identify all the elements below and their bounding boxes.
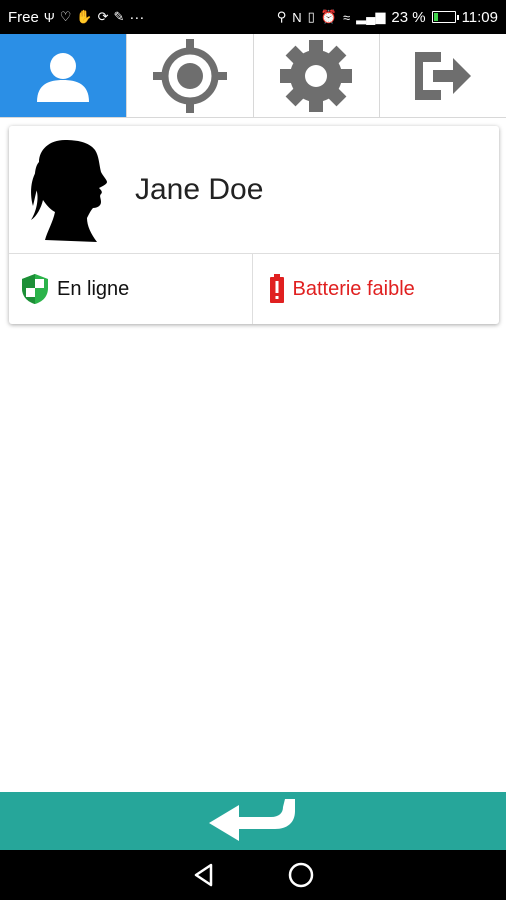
edit-icon: ✎ [113, 9, 125, 24]
battery-percent: 23 % [391, 8, 426, 26]
back-button[interactable] [0, 792, 506, 850]
online-label: En ligne [57, 277, 130, 300]
online-status: En ligne [9, 254, 252, 324]
exit-icon [415, 51, 472, 100]
vibrate-icon: ▯ [307, 9, 315, 24]
signal-icon: ▂▄▆ [356, 9, 386, 24]
status-right: ⚲ N ▯ ⏰ ≈ ▂▄▆ 23 % 11:09 [277, 9, 498, 26]
crosshair-icon [152, 38, 227, 113]
location-icon: ⚲ [276, 9, 287, 24]
status-left: Free Ψ ♡ ✋ ⟳ ✎ ··· [8, 9, 144, 26]
status-bar: Free Ψ ♡ ✋ ⟳ ✎ ··· ⚲ N ▯ ⏰ ≈ ▂▄▆ 23 % 11… [0, 0, 506, 34]
battery-status: Batterie faible [251, 254, 500, 324]
wifi-icon: ≈ [343, 9, 351, 25]
avatar [31, 139, 107, 242]
tab-bar [0, 34, 506, 118]
shield-icon [22, 274, 48, 304]
tab-settings[interactable] [254, 34, 381, 117]
hand-icon: ✋ [76, 9, 93, 24]
person-icon [36, 52, 89, 102]
low-battery-icon [269, 274, 284, 303]
return-arrow-icon [209, 799, 295, 841]
tab-logout[interactable] [380, 34, 506, 117]
tab-location[interactable] [127, 34, 254, 117]
battery-label: Batterie faible [292, 277, 415, 300]
nfc-icon: N [292, 9, 302, 25]
more-notifications: ··· [129, 8, 145, 26]
user-name: Jane Doe [135, 172, 264, 206]
tab-profile[interactable] [0, 34, 127, 117]
sync-icon: ⟳ [97, 9, 109, 24]
system-nav-bar [0, 850, 506, 900]
card-status-row: En ligne Batterie faible [9, 254, 499, 324]
user-card: Jane Doe En ligne Batterie faible [9, 126, 499, 324]
battery-fill [433, 13, 438, 21]
back-triangle-icon[interactable] [191, 862, 217, 888]
alarm-icon: ⏰ [320, 9, 337, 24]
usb-icon: Ψ [43, 9, 55, 25]
home-circle-icon[interactable] [287, 861, 315, 889]
carrier-label: Free [8, 8, 39, 26]
card-header: Jane Doe [9, 126, 499, 254]
heart-icon: ♡ [59, 9, 72, 24]
clock: 11:09 [461, 8, 498, 26]
battery-icon [431, 11, 459, 23]
gear-icon [280, 39, 353, 112]
